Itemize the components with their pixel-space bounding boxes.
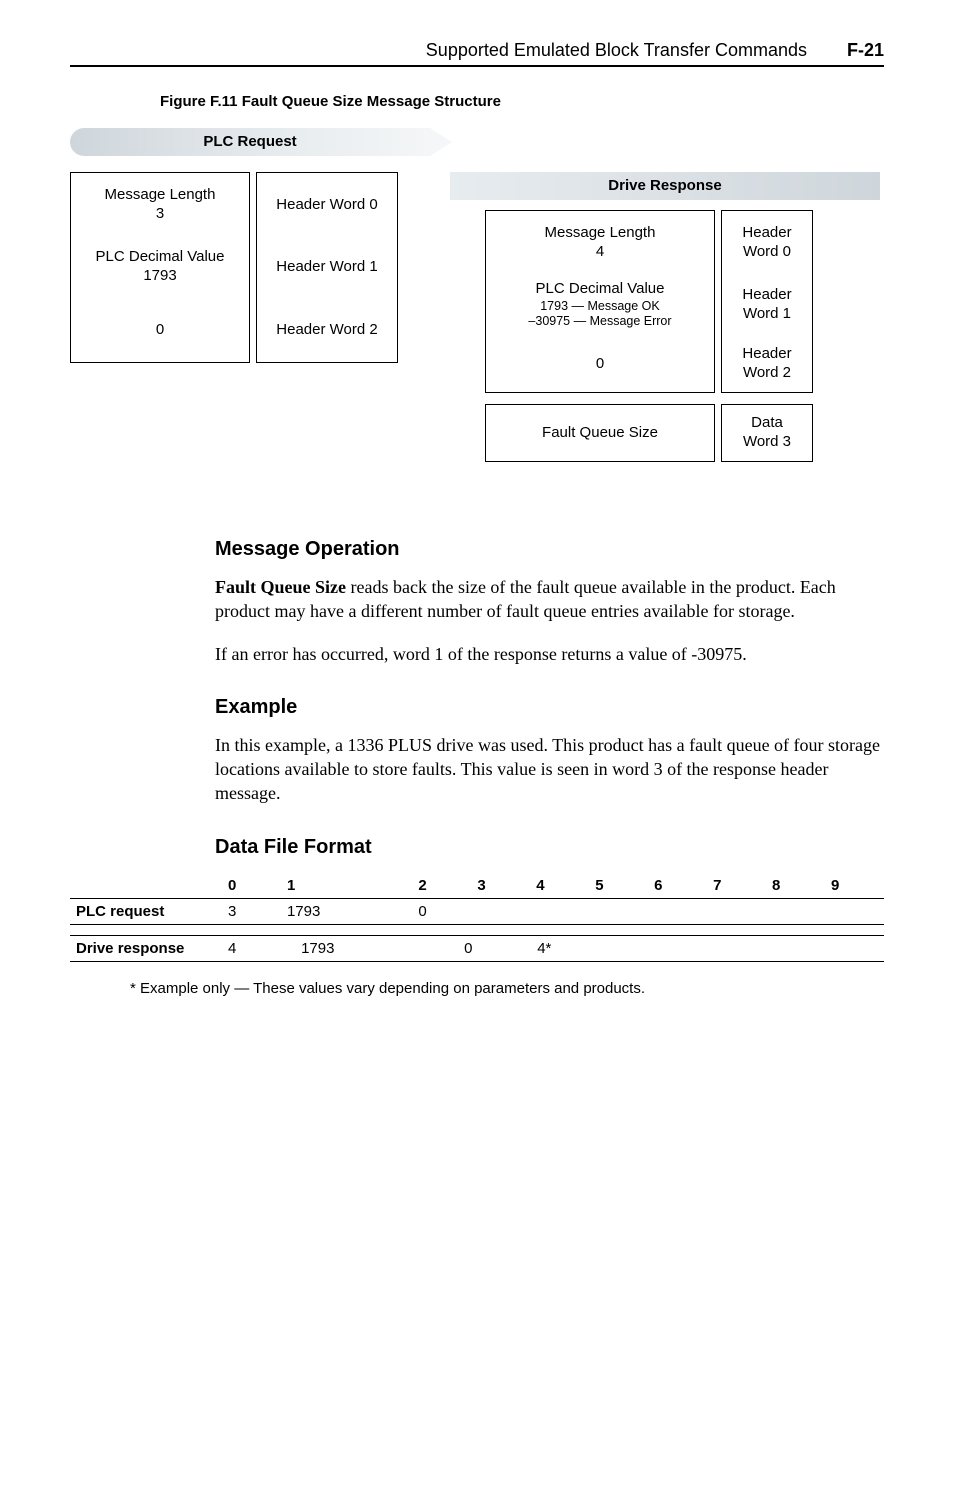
cell: 4 bbox=[222, 935, 295, 961]
cell bbox=[589, 898, 648, 924]
example-p: In this example, a 1336 PLUS drive was u… bbox=[215, 733, 884, 806]
drive-row3-label: Data Word 3 bbox=[721, 404, 813, 462]
col-9: 9 bbox=[825, 873, 884, 899]
text: Message Length bbox=[71, 186, 249, 205]
text: Fault Queue Size bbox=[486, 424, 714, 443]
cell bbox=[712, 935, 755, 961]
cell bbox=[668, 935, 711, 961]
drive-response-banner: Drive Response bbox=[450, 172, 880, 200]
cell bbox=[825, 898, 884, 924]
col-0: 0 bbox=[222, 873, 281, 899]
cell bbox=[755, 935, 798, 961]
text: Word 1 bbox=[722, 305, 812, 324]
message-operation-heading: Message Operation bbox=[215, 538, 884, 561]
text: PLC Decimal Value bbox=[486, 280, 714, 299]
plc-row0-value: Message Length 3 bbox=[70, 172, 250, 238]
header-row: 0 1 2 3 4 5 6 7 8 9 bbox=[70, 873, 884, 899]
figure-caption: Figure F.11 Fault Queue Size Message Str… bbox=[160, 93, 884, 110]
text: 4 bbox=[486, 243, 714, 262]
text: Header Word 1 bbox=[257, 258, 397, 277]
message-operation-p1: Fault Queue Size reads back the size of … bbox=[215, 575, 884, 624]
text: Word 3 bbox=[722, 433, 812, 452]
example-heading: Example bbox=[215, 696, 884, 719]
message-operation-p2: If an error has occurred, word 1 of the … bbox=[215, 642, 884, 666]
drive-row1-label: Header Word 1 bbox=[721, 273, 813, 338]
row-label: Drive response bbox=[70, 935, 222, 961]
header-page-number: F-21 bbox=[847, 40, 884, 61]
cell bbox=[841, 935, 884, 961]
drive-response-table: Drive response 4 1793 0 4* bbox=[70, 935, 884, 962]
page-header: Supported Emulated Block Transfer Comman… bbox=[70, 40, 884, 67]
cell bbox=[530, 898, 589, 924]
cell: 0 bbox=[458, 935, 531, 961]
header-title: Supported Emulated Block Transfer Comman… bbox=[426, 40, 807, 61]
text: Word 0 bbox=[722, 243, 812, 262]
message-structure-diagram: PLC Request Drive Response Message Lengt… bbox=[70, 128, 884, 498]
col-4: 4 bbox=[530, 873, 589, 899]
col-6: 6 bbox=[648, 873, 707, 899]
drive-row0-label: Header Word 0 bbox=[721, 210, 813, 276]
col-1: 1 bbox=[281, 873, 412, 899]
text: Data bbox=[722, 414, 812, 433]
plc-row2-label: Header Word 2 bbox=[256, 298, 398, 363]
table-row: PLC request 3 1793 0 bbox=[70, 898, 884, 924]
table-row: Drive response 4 1793 0 4* bbox=[70, 935, 884, 961]
cell: 0 bbox=[412, 898, 471, 924]
row-label: PLC request bbox=[70, 898, 222, 924]
text: Header Word 2 bbox=[257, 321, 397, 340]
text: Word 2 bbox=[722, 364, 812, 383]
plc-row1-value: PLC Decimal Value 1793 bbox=[70, 235, 250, 300]
col-3: 3 bbox=[471, 873, 530, 899]
cell bbox=[648, 898, 707, 924]
text: Header bbox=[722, 286, 812, 305]
cell bbox=[707, 898, 766, 924]
col-2: 2 bbox=[412, 873, 471, 899]
drive-row2-value: 0 bbox=[485, 336, 715, 393]
plc-row2-value: 0 bbox=[70, 298, 250, 363]
col-8: 8 bbox=[766, 873, 825, 899]
plc-row0-label: Header Word 0 bbox=[256, 172, 398, 238]
drive-row2-label: Header Word 2 bbox=[721, 336, 813, 393]
footnote: * Example only — These values vary depen… bbox=[130, 980, 884, 997]
plc-request-table: 0 1 2 3 4 5 6 7 8 9 PLC request 3 1793 0 bbox=[70, 873, 884, 925]
cell: 4* bbox=[531, 935, 625, 961]
text: 1793 — Message OK bbox=[486, 299, 714, 315]
cell bbox=[766, 898, 825, 924]
cell bbox=[471, 898, 530, 924]
text: 0 bbox=[71, 321, 249, 340]
cell bbox=[798, 935, 841, 961]
data-file-format-heading: Data File Format bbox=[215, 836, 884, 859]
text: PLC Decimal Value bbox=[71, 248, 249, 267]
plc-request-banner: PLC Request bbox=[70, 128, 430, 156]
text: Header bbox=[722, 224, 812, 243]
col-7: 7 bbox=[707, 873, 766, 899]
col-5: 5 bbox=[589, 873, 648, 899]
cell: 1793 bbox=[295, 935, 458, 961]
text: 0 bbox=[486, 355, 714, 374]
text: 1793 bbox=[71, 267, 249, 286]
cell bbox=[625, 935, 668, 961]
drive-row1-value: PLC Decimal Value 1793 — Message OK –309… bbox=[485, 273, 715, 338]
drive-row3-value: Fault Queue Size bbox=[485, 404, 715, 462]
drive-row0-value: Message Length 4 bbox=[485, 210, 715, 276]
text: 3 bbox=[71, 205, 249, 224]
lead-term: Fault Queue Size bbox=[215, 577, 346, 597]
text: Header bbox=[722, 345, 812, 364]
cell: 1793 bbox=[281, 898, 412, 924]
plc-row1-label: Header Word 1 bbox=[256, 235, 398, 300]
text: Message Length bbox=[486, 224, 714, 243]
cell: 3 bbox=[222, 898, 281, 924]
text: –30975 — Message Error bbox=[486, 314, 714, 330]
text: Header Word 0 bbox=[257, 196, 397, 215]
